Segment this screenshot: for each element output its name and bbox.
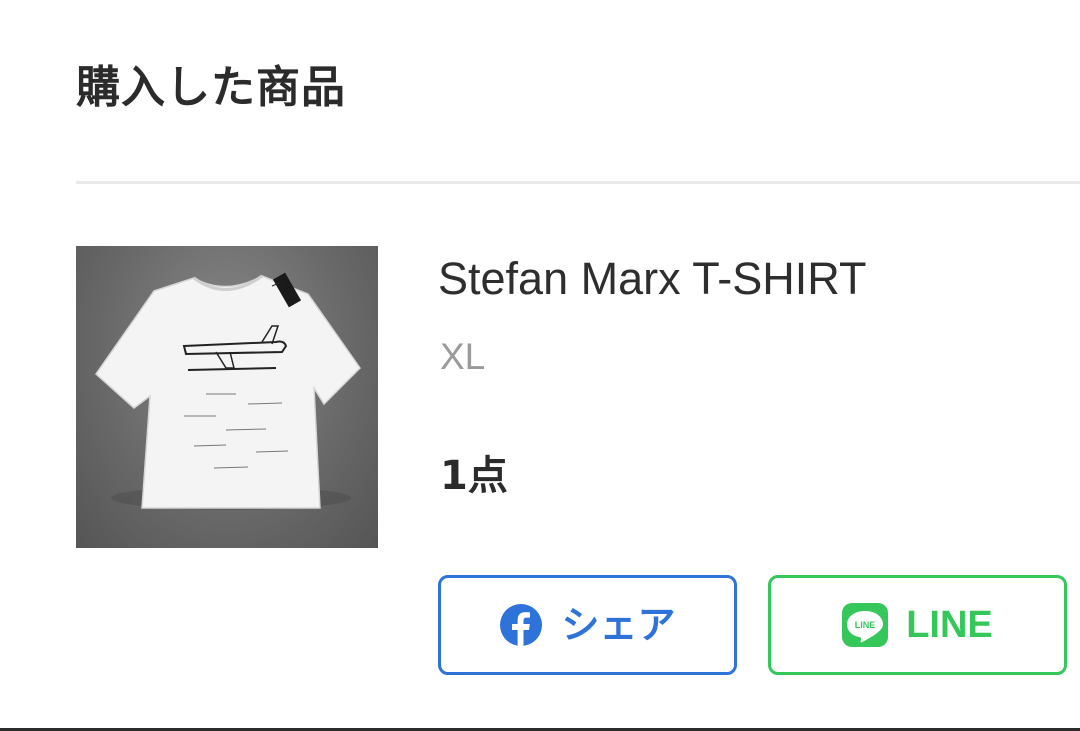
section-divider [76, 181, 1080, 184]
line-share-button[interactable]: LINE LINE [768, 575, 1067, 675]
line-icon: LINE [842, 603, 889, 647]
product-image[interactable] [76, 246, 378, 548]
facebook-share-label: シェア [561, 603, 676, 647]
t-shirt-illustration [95, 272, 361, 510]
section-title: 購入した商品 [76, 62, 346, 113]
facebook-icon [499, 603, 543, 647]
purchased-items-page: 購入した商品 Stefan Marx T-SHIRT XL 1点 シェア LIN… [0, 0, 1080, 731]
line-icon-text: LINE [855, 620, 876, 630]
product-name[interactable]: Stefan Marx T-SHIRT [438, 252, 866, 306]
facebook-share-button[interactable]: シェア [438, 575, 737, 675]
product-variant: XL [440, 336, 486, 377]
product-quantity: 1点 [440, 453, 508, 499]
line-share-label: LINE [906, 604, 993, 646]
